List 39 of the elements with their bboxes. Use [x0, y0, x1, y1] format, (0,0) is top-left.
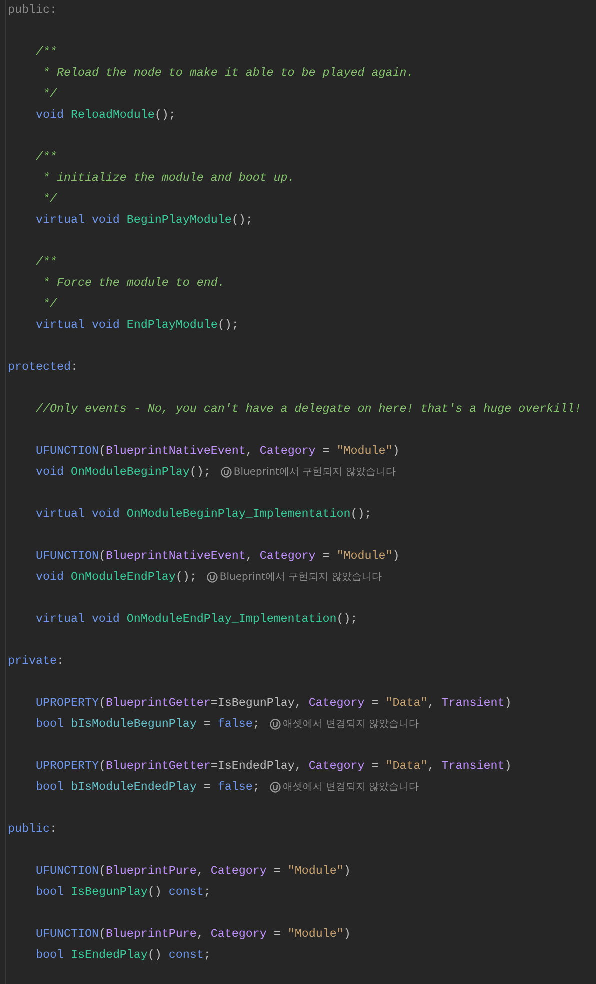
unreal-logo-icon	[220, 467, 232, 478]
code-line: bool bIsModuleEndedPlay = false;	[34, 779, 260, 796]
code-line: virtual void BeginPlayModule();	[34, 212, 253, 229]
code-line: * Force the module to end.	[42, 275, 225, 292]
inline-hint: 애셋에서 변경되지 않았습니다	[282, 718, 420, 732]
code-line: /**	[34, 149, 57, 166]
code-line: virtual void EndPlayModule();	[34, 317, 239, 334]
code-line: /**	[34, 44, 57, 61]
code-line: */	[42, 86, 57, 103]
code-line: private:	[8, 653, 64, 670]
code-line: UFUNCTION(BlueprintNativeEvent, Category = "Module")	[34, 443, 400, 460]
code-line: UPROPERTY(BlueprintGetter=IsEndedPlay, Category = "Data", Transient)	[34, 758, 512, 775]
code-line: void ReloadModule();	[34, 107, 176, 124]
inline-hint: 애셋에서 변경되지 않았습니다	[282, 781, 420, 795]
code-line: void OnModuleBeginPlay();	[34, 464, 211, 481]
code-line: * initialize the module and boot up.	[42, 170, 295, 187]
code-line: virtual void OnModuleEndPlay_Implementation();	[34, 611, 358, 628]
code-line: //Only events - No, you can't have a delegate on here! that's a huge overkill!	[34, 401, 582, 418]
code-line: UPROPERTY(BlueprintGetter=IsBegunPlay, Category = "Data", Transient)	[34, 695, 512, 712]
code-line: protected:	[8, 359, 78, 376]
code-line: UFUNCTION(BlueprintNativeEvent, Category = "Module")	[34, 548, 400, 565]
inline-hint: Blueprint에서 구현되지 않았습니다	[220, 571, 382, 585]
code-line: /**	[34, 254, 57, 271]
code-line: bool bIsModuleBegunPlay = false;	[34, 716, 260, 733]
code-line: UFUNCTION(BlueprintPure, Category = "Module")	[34, 926, 351, 943]
code-line: void OnModuleEndPlay();	[34, 569, 197, 586]
code-line: public:	[8, 821, 57, 838]
code-line: UFUNCTION(BlueprintPure, Category = "Module")	[34, 863, 351, 880]
code-line: bool IsEndedPlay() const;	[34, 947, 211, 964]
unreal-logo-icon	[270, 719, 281, 730]
code-line: public:	[8, 2, 57, 19]
code-line: bool IsBegunPlay() const;	[34, 884, 211, 901]
code-line: virtual void OnModuleBeginPlay_Implementation();	[34, 506, 372, 523]
code-line: * Reload the node to make it able to be played again.	[42, 65, 414, 82]
inline-hint: Blueprint에서 구현되지 않았습니다	[234, 466, 396, 480]
unreal-logo-icon	[206, 572, 218, 583]
code-line: */	[42, 296, 57, 313]
code-line: */	[42, 191, 57, 208]
unreal-logo-icon	[270, 782, 281, 793]
